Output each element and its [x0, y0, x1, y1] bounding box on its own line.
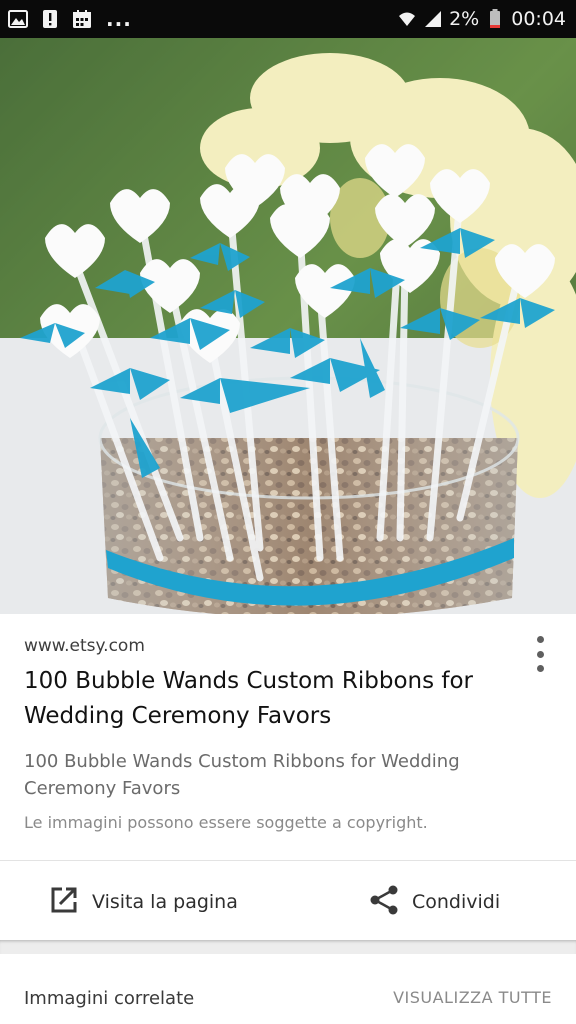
calendar-icon — [72, 9, 92, 29]
copyright-notice: Le immagini possono essere soggette a co… — [24, 813, 428, 832]
open-in-new-icon — [48, 884, 80, 921]
section-gap — [0, 940, 576, 954]
share-label: Condividi — [412, 891, 501, 913]
image-title[interactable]: 100 Bubble Wands Custom Ribbons for Wedd… — [24, 664, 524, 734]
image-icon — [8, 9, 28, 29]
visit-page-label: Visita la pagina — [92, 891, 238, 913]
share-icon — [368, 884, 400, 921]
image-details-card: www.etsy.com 100 Bubble Wands Custom Rib… — [0, 614, 576, 940]
more-notifications-indicator: ... — [106, 7, 132, 31]
source-domain[interactable]: www.etsy.com — [24, 636, 145, 656]
share-button[interactable]: Condividi — [368, 882, 500, 922]
visit-page-button[interactable]: Visita la pagina — [48, 882, 238, 922]
divider — [0, 860, 576, 861]
image-description: 100 Bubble Wands Custom Ribbons for Wedd… — [24, 751, 460, 799]
alert-icon — [40, 9, 60, 29]
more-options-icon[interactable] — [532, 636, 548, 672]
product-image[interactable] — [0, 38, 576, 614]
view-all-button[interactable]: VISUALIZZA TUTTE — [393, 988, 552, 1007]
wifi-icon — [397, 9, 417, 29]
battery-icon — [485, 9, 505, 29]
related-images-header: Immagini correlate VISUALIZZA TUTTE — [0, 954, 576, 1024]
battery-percentage: 2% — [449, 8, 480, 30]
status-bar: ... 2% 00:04 — [0, 0, 576, 38]
clock: 00:04 — [511, 8, 566, 30]
related-images-label: Immagini correlate — [24, 988, 195, 1009]
signal-icon — [423, 9, 443, 29]
